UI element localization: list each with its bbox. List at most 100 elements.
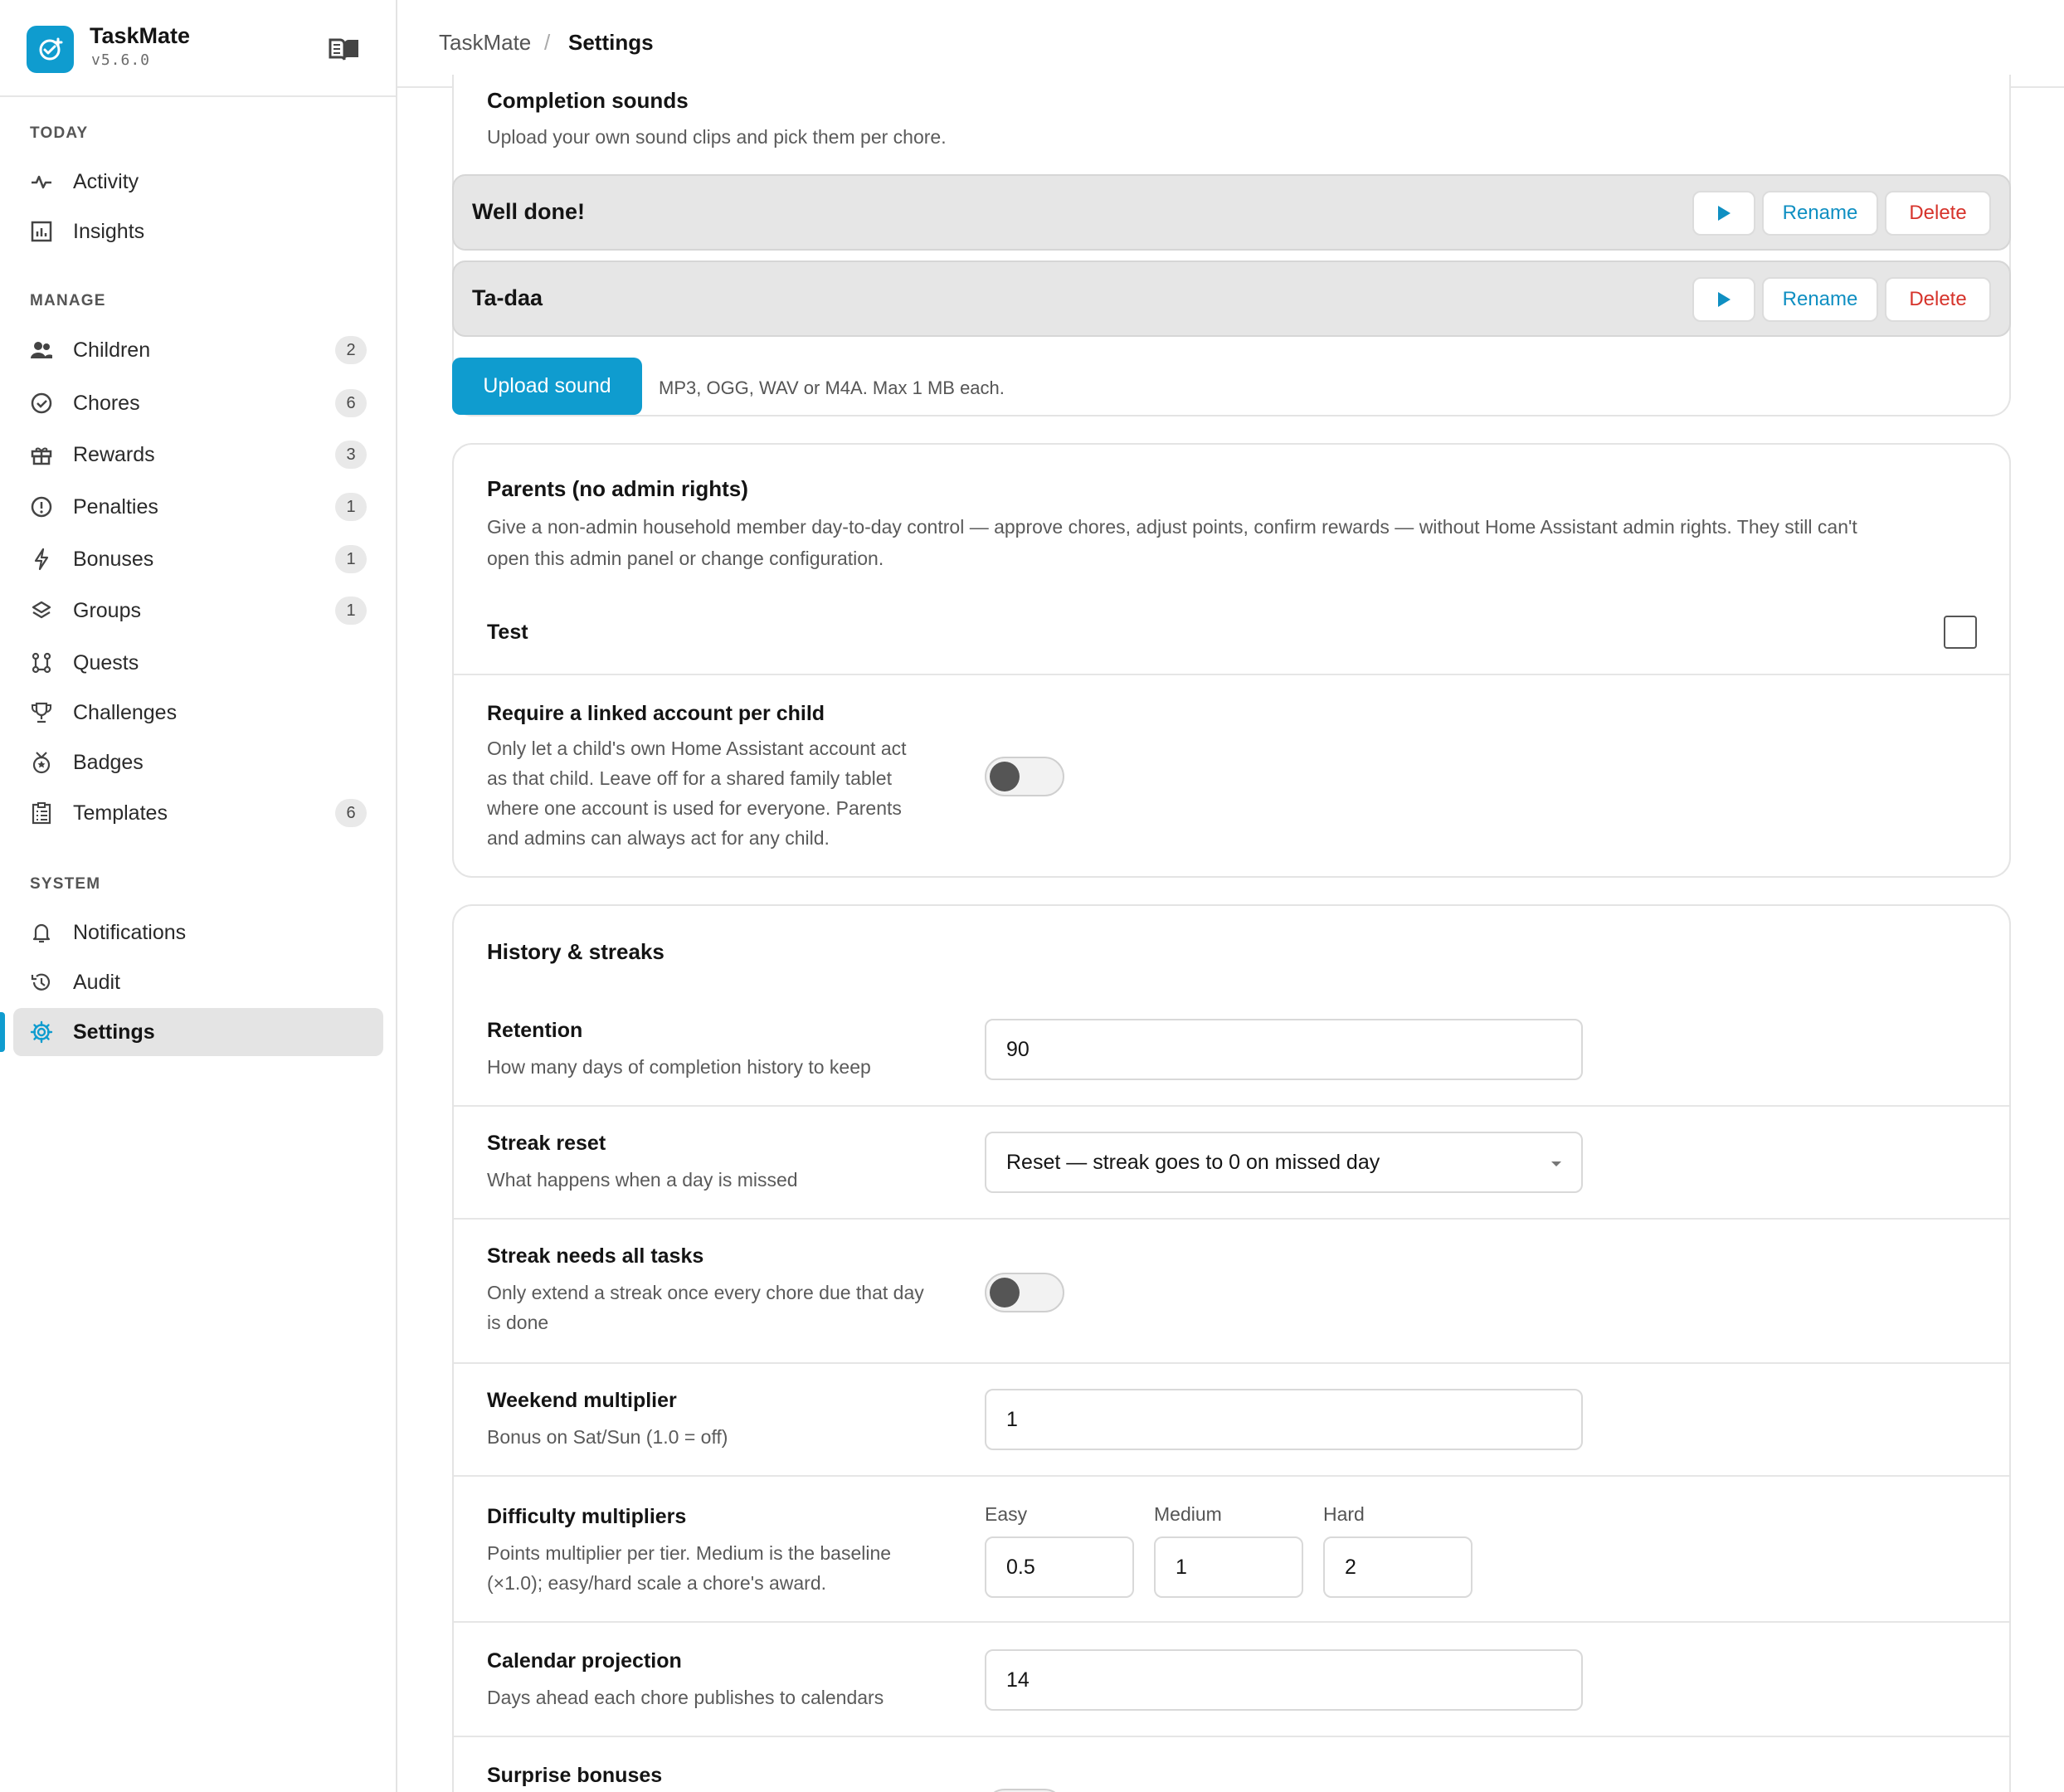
nav-label: Bonuses — [73, 547, 154, 571]
surprise-toggle[interactable] — [985, 1789, 1064, 1792]
parents-description-line1: Give a non-admin household member day-to… — [487, 516, 1857, 538]
medium-label: Medium — [1154, 1503, 1222, 1525]
count-badge: 1 — [335, 545, 367, 573]
count-badge: 6 — [335, 389, 367, 417]
nav-label: Notifications — [73, 920, 187, 944]
nav-item-audit[interactable]: Audit — [13, 958, 383, 1006]
breadcrumb-current: Settings — [568, 30, 654, 55]
nav-label: Children — [73, 338, 151, 362]
streak-reset-select[interactable]: Reset — streak goes to 0 on missed day — [985, 1132, 1583, 1193]
count-badge: 3 — [335, 441, 367, 469]
history-title: History & streaks — [487, 939, 664, 964]
badge-icon — [32, 752, 51, 774]
nav-item-badges[interactable]: Badges — [13, 738, 383, 786]
upload-sound-button[interactable]: Upload sound — [452, 358, 642, 415]
completion-sounds-description: Upload your own sound clips and pick the… — [487, 126, 947, 148]
retention-title: Retention — [487, 1019, 583, 1042]
nav-item-settings[interactable]: Settings — [13, 1008, 383, 1056]
section-manage: MANAGE — [30, 292, 106, 309]
nav-label: Badges — [73, 750, 144, 774]
rename-button[interactable]: Rename — [1762, 191, 1878, 236]
weekend-title: Weekend multiplier — [487, 1389, 677, 1412]
toggle-knob — [990, 762, 1020, 791]
active-indicator — [0, 1012, 5, 1052]
nav-label: Insights — [73, 219, 145, 243]
medium-multiplier-input[interactable]: 1 — [1154, 1536, 1303, 1598]
app-name: TaskMate — [90, 23, 191, 48]
bell-icon — [32, 923, 51, 943]
divider — [454, 1736, 2009, 1737]
linked-account-desc-line: Only let a child's own Home Assistant ac… — [487, 738, 907, 759]
play-button[interactable] — [1692, 191, 1755, 236]
hard-multiplier-input[interactable]: 2 — [1323, 1536, 1473, 1598]
parents-title: Parents (no admin rights) — [487, 476, 748, 501]
nav-item-insights[interactable]: Insights — [13, 207, 383, 256]
nav-item-quests[interactable]: Quests — [13, 639, 383, 687]
nav-label: Settings — [73, 1020, 155, 1044]
divider — [454, 1475, 2009, 1477]
parents-card: Parents (no admin rights) Give a non-adm… — [452, 443, 2011, 878]
nav-label: Quests — [73, 650, 139, 674]
linked-account-desc-line: and admins can always act for any child. — [487, 827, 830, 849]
alert-circle-icon — [31, 496, 52, 518]
nav-label: Penalties — [73, 494, 158, 519]
nav-item-rewards[interactable]: Rewards 3 — [13, 431, 383, 479]
divider — [454, 1621, 2009, 1623]
calendar-desc: Days ahead each chore publishes to calen… — [487, 1687, 884, 1708]
easy-multiplier-input[interactable]: 0.5 — [985, 1536, 1134, 1598]
nav-item-chores[interactable]: Chores 6 — [13, 379, 383, 427]
parents-description-line2: open this admin panel or change configur… — [487, 548, 884, 569]
hard-label: Hard — [1323, 1503, 1365, 1525]
taskmate-logo-icon — [27, 26, 74, 73]
nav-item-activity[interactable]: Activity — [13, 158, 383, 206]
gear-icon — [30, 1020, 53, 1044]
section-today: TODAY — [30, 124, 89, 142]
nav-item-children[interactable]: Children 2 — [13, 326, 383, 374]
sound-row: Ta-daa Rename Delete — [452, 261, 2011, 337]
nav-item-notifications[interactable]: Notifications — [13, 908, 383, 957]
streak-all-desc-line: Only extend a streak once every chore du… — [487, 1282, 924, 1303]
weekend-input[interactable]: 1 — [985, 1389, 1583, 1450]
divider — [454, 1105, 2009, 1107]
breadcrumb-root[interactable]: TaskMate — [439, 30, 531, 56]
sound-name: Well done! — [472, 199, 586, 224]
linked-account-title: Require a linked account per child — [487, 702, 825, 725]
play-icon — [1718, 292, 1731, 307]
people-icon — [31, 342, 52, 358]
nav-item-bonuses[interactable]: Bonuses 1 — [13, 535, 383, 583]
play-icon — [1718, 206, 1731, 221]
nav-item-penalties[interactable]: Penalties 1 — [13, 483, 383, 531]
toggle-knob — [990, 1278, 1020, 1307]
play-button[interactable] — [1692, 277, 1755, 322]
docs-book-icon[interactable] — [329, 37, 360, 61]
trophy-icon — [32, 702, 51, 723]
nav-item-challenges[interactable]: Challenges — [13, 689, 383, 737]
delete-button[interactable]: Delete — [1885, 191, 1991, 236]
linked-account-toggle[interactable] — [985, 757, 1064, 796]
sound-row: Well done! Rename Delete — [452, 174, 2011, 251]
sidebar: TaskMate v5.6.0 TODAY Activity Insights … — [0, 0, 397, 1792]
calendar-input[interactable]: 14 — [985, 1649, 1583, 1711]
difficulty-title: Difficulty multipliers — [487, 1505, 687, 1528]
history-icon — [31, 973, 51, 991]
chevron-down-icon — [1551, 1161, 1561, 1166]
nav-label: Audit — [73, 970, 120, 994]
linked-account-desc-line: where one account is used for everyone. … — [487, 797, 902, 819]
parent-user-checkbox[interactable] — [1944, 616, 1977, 649]
streak-all-desc-line: is done — [487, 1312, 549, 1333]
streak-all-toggle[interactable] — [985, 1273, 1064, 1312]
rename-button[interactable]: Rename — [1762, 277, 1878, 322]
nav-item-templates[interactable]: Templates 6 — [13, 789, 383, 837]
streak-reset-title: Streak reset — [487, 1132, 606, 1155]
delete-button[interactable]: Delete — [1885, 277, 1991, 322]
difficulty-desc-line: (×1.0); easy/hard scale a chore's award. — [487, 1572, 827, 1594]
section-system: SYSTEM — [30, 875, 101, 893]
nav-item-groups[interactable]: Groups 1 — [13, 587, 383, 635]
brand-header: TaskMate v5.6.0 — [0, 0, 396, 97]
divider — [454, 1362, 2009, 1364]
easy-label: Easy — [985, 1503, 1028, 1525]
retention-input[interactable]: 90 — [985, 1019, 1583, 1080]
nav-label: Rewards — [73, 442, 155, 466]
surprise-title: Surprise bonuses — [487, 1764, 663, 1787]
difficulty-desc-line: Points multiplier per tier. Medium is th… — [487, 1542, 892, 1564]
